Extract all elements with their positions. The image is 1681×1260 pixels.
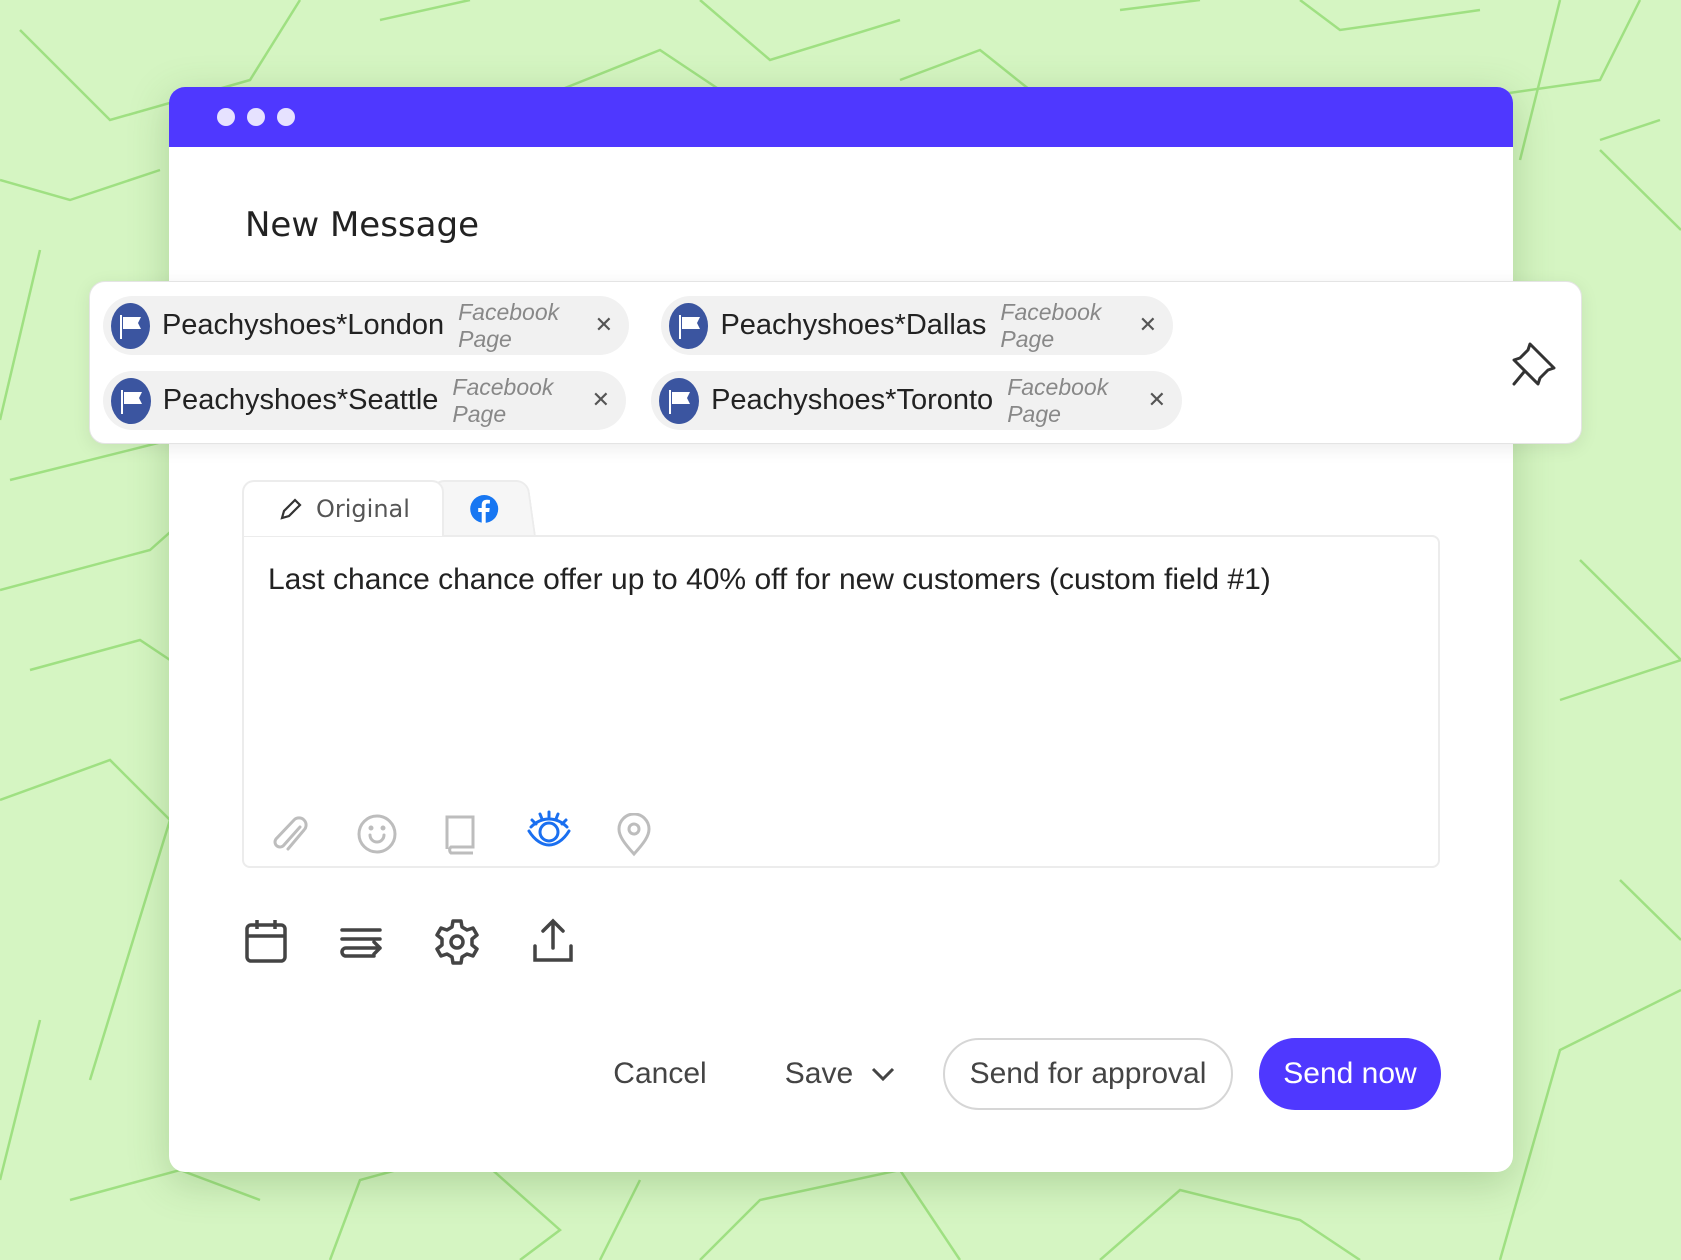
recipient-name: Peachyshoes*Seattle: [162, 384, 439, 416]
flag-icon: [111, 377, 151, 424]
window-dot[interactable]: [247, 108, 265, 126]
send-for-approval-button[interactable]: Send for approval: [943, 1038, 1233, 1110]
recipient-name: Peachyshoes*London: [161, 309, 445, 341]
flag-icon: [111, 302, 150, 349]
smiley-icon[interactable]: [356, 813, 398, 855]
book-icon[interactable]: [442, 813, 478, 855]
flag-icon: [659, 377, 700, 424]
pin-icon[interactable]: [1510, 338, 1560, 388]
tab-label: Original: [316, 495, 410, 523]
recipient-type: Facebook Page: [1000, 298, 1102, 352]
paperclip-icon[interactable]: [270, 813, 310, 855]
gear-icon[interactable]: [433, 918, 481, 966]
remove-icon[interactable]: ✕: [1148, 388, 1166, 413]
window-dot[interactable]: [217, 108, 235, 126]
recipient-name: Peachyshoes*Toronto: [711, 384, 994, 416]
recipient-chip[interactable]: Peachyshoes*Seattle Facebook Page ✕: [103, 371, 626, 430]
location-pin-icon[interactable]: [616, 813, 652, 857]
facebook-icon: [470, 495, 499, 523]
cancel-button[interactable]: Cancel: [600, 1038, 720, 1110]
recipient-chip[interactable]: Peachyshoes*Dallas Facebook Page ✕: [661, 296, 1173, 355]
window-titlebar: [169, 87, 1513, 147]
page-title: New Message: [245, 205, 479, 245]
recipient-type: Facebook Page: [452, 373, 554, 427]
recipient-type: Facebook Page: [1007, 373, 1109, 427]
save-label: Save: [784, 1057, 854, 1090]
message-editor[interactable]: Last chance chance offer up to 40% off f…: [242, 535, 1440, 868]
remove-icon[interactable]: ✕: [595, 313, 613, 338]
recipients-panel: Peachyshoes*London Facebook Page ✕ Peach…: [89, 281, 1582, 444]
recipient-name: Peachyshoes*Dallas: [720, 309, 987, 341]
tab-original[interactable]: Original: [242, 480, 444, 536]
message-text[interactable]: Last chance chance offer up to 40% off f…: [268, 563, 1271, 597]
eye-icon[interactable]: [526, 809, 572, 851]
remove-icon[interactable]: ✕: [592, 388, 610, 413]
upload-icon[interactable]: [531, 918, 575, 964]
flag-icon: [669, 302, 709, 349]
remove-icon[interactable]: ✕: [1139, 313, 1157, 338]
calendar-icon[interactable]: [244, 918, 288, 964]
save-button[interactable]: Save: [770, 1038, 910, 1110]
send-now-button[interactable]: Send now: [1259, 1038, 1441, 1110]
recipient-chip[interactable]: Peachyshoes*Toronto Facebook Page ✕: [651, 371, 1182, 430]
chevron-down-icon: [872, 1067, 895, 1081]
window-dot[interactable]: [277, 108, 295, 126]
recipient-chip[interactable]: Peachyshoes*London Facebook Page ✕: [103, 296, 629, 355]
tab-facebook[interactable]: [432, 480, 536, 536]
pencil-icon: [280, 498, 302, 520]
recipient-type: Facebook Page: [458, 298, 560, 352]
queue-icon[interactable]: [338, 918, 384, 964]
